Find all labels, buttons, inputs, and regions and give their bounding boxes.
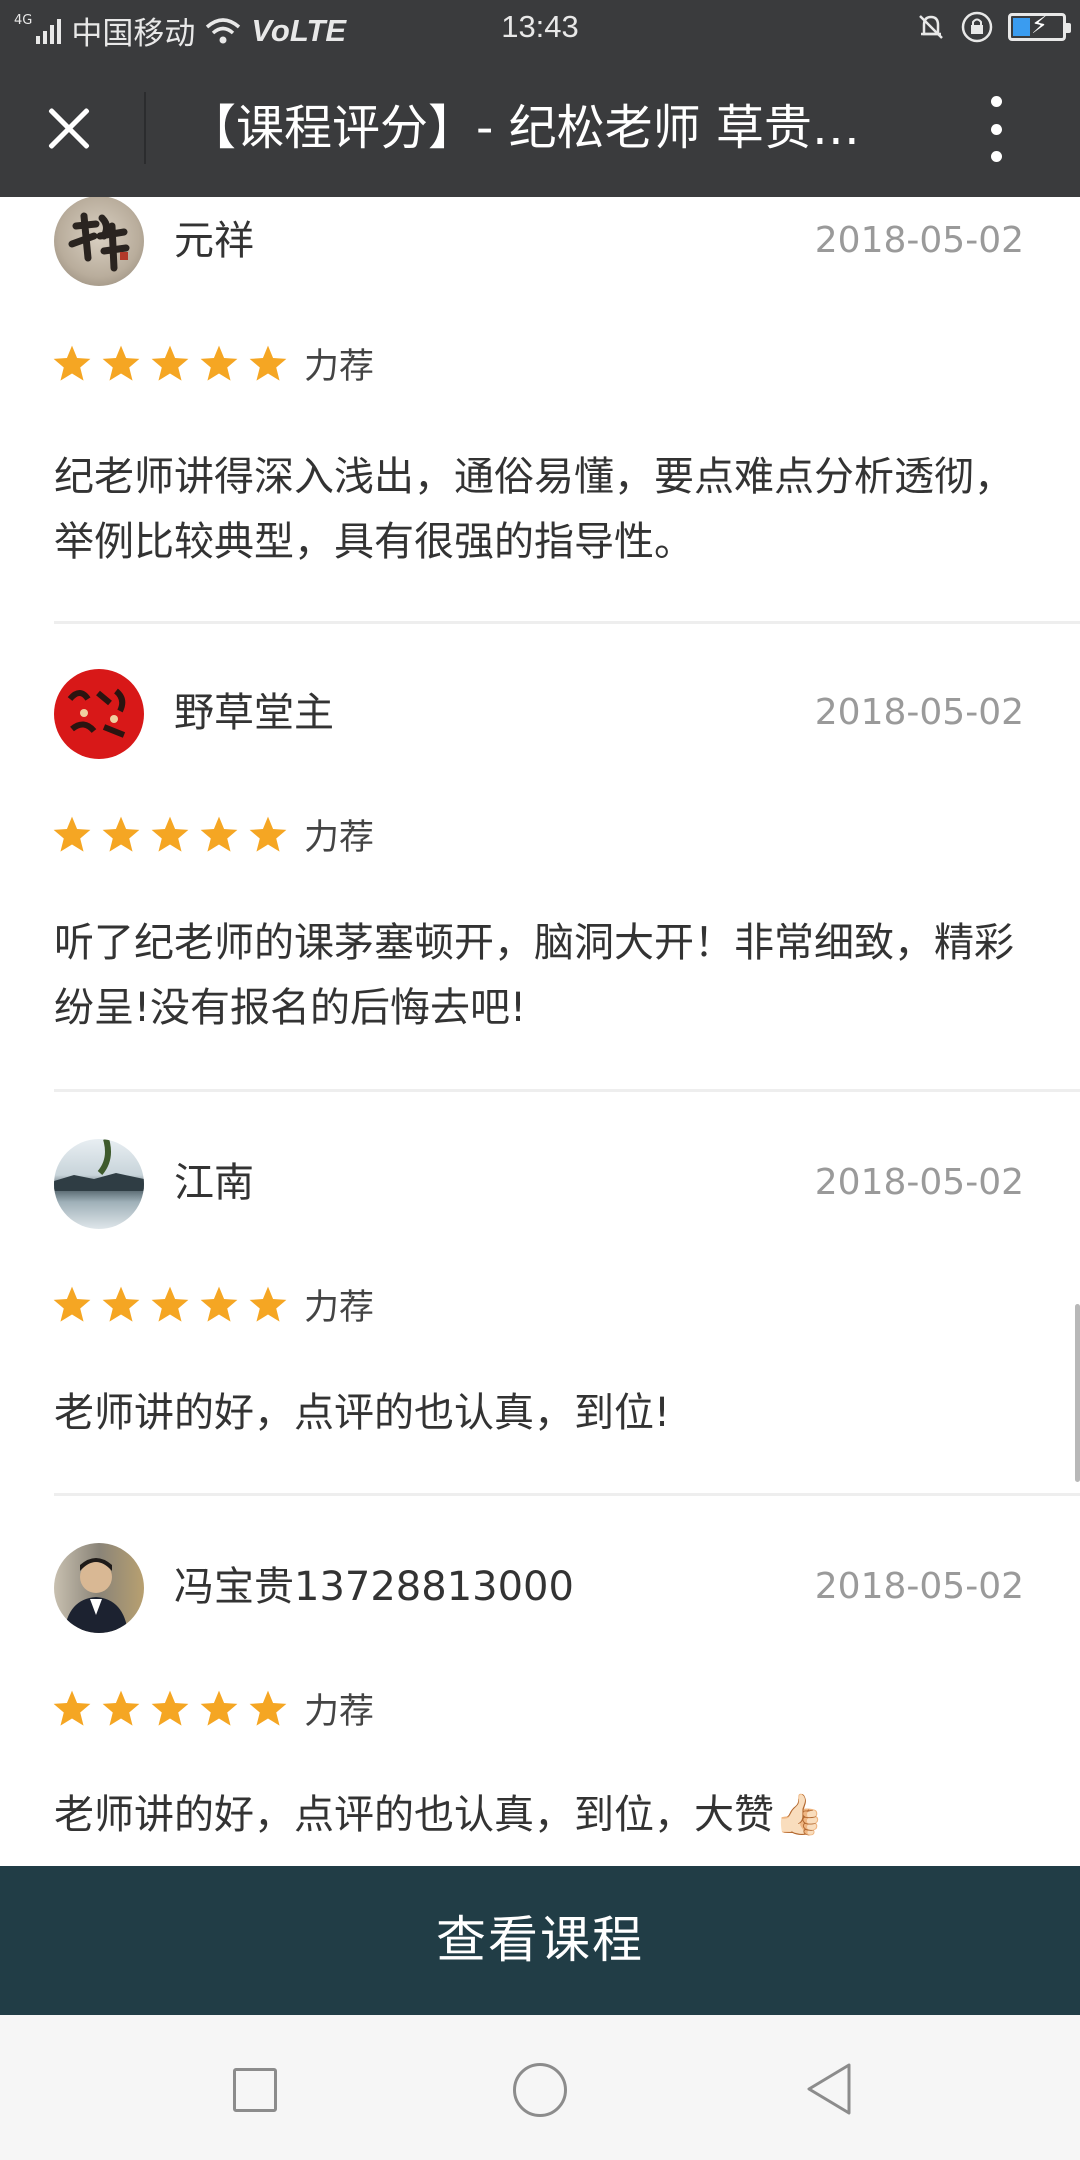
home-icon[interactable] xyxy=(513,2063,567,2117)
thumbs-up-emoji: 👍🏻 xyxy=(774,1792,824,1838)
star-icon xyxy=(151,345,189,381)
review-date: 2018-05-02 xyxy=(814,1162,1024,1203)
review-date: 2018-05-02 xyxy=(814,692,1024,733)
system-nav-bar xyxy=(0,2015,1080,2160)
star-icon xyxy=(102,1286,140,1322)
star-icon xyxy=(102,816,140,852)
star-icon xyxy=(102,345,140,381)
star-icon xyxy=(151,1286,189,1322)
review-text: 老师讲的好，点评的也认真，到位! xyxy=(54,1390,671,1436)
status-bar: 4G 中国移动 VoLTE 13:43 ⚡ xyxy=(0,0,1080,58)
charging-bolt-icon: ⚡ xyxy=(1031,11,1048,39)
avatar[interactable] xyxy=(54,1543,144,1633)
star-icon xyxy=(249,345,287,381)
star-icon xyxy=(151,1690,189,1726)
rating-label: 力荐 xyxy=(304,818,375,858)
star-icon xyxy=(249,1286,287,1322)
star-icon xyxy=(200,345,238,381)
mute-icon xyxy=(919,15,943,39)
star-icon xyxy=(200,816,238,852)
battery-level xyxy=(1013,18,1030,36)
review-divider xyxy=(54,1493,1080,1496)
review-list[interactable]: 元祥 2018-05-02 力荐 纪老师讲得深入浅出，通俗易懂，要点难点分析透彻… xyxy=(0,197,1080,1866)
star-icon xyxy=(53,816,91,852)
avatar[interactable] xyxy=(54,669,144,759)
view-course-button[interactable]: 查看课程 xyxy=(0,1866,1080,2015)
star-rating xyxy=(50,1688,290,1730)
star-icon xyxy=(102,1690,140,1726)
portrait-avatar-icon xyxy=(64,1558,128,1633)
landscape-avatar-icon xyxy=(54,1139,144,1191)
star-icon xyxy=(53,345,91,381)
star-icon xyxy=(249,816,287,852)
recent-apps-icon[interactable] xyxy=(233,2068,277,2112)
star-icon xyxy=(249,1690,287,1726)
star-icon xyxy=(200,1690,238,1726)
review-divider xyxy=(54,621,1080,624)
star-rating xyxy=(50,343,290,385)
scrollbar[interactable] xyxy=(1075,1304,1080,1482)
more-vertical-icon[interactable] xyxy=(980,96,1012,162)
red-papercut-avatar-icon xyxy=(67,688,126,738)
review-text: 听了纪老师的课茅塞顿开，脑洞大开！非常细致，精彩纷呈!没有报名的后悔去吧! xyxy=(54,920,1014,1031)
avatar[interactable] xyxy=(54,1139,144,1229)
battery-charging-icon: ⚡ xyxy=(1008,11,1071,41)
star-icon xyxy=(200,1286,238,1322)
review-username[interactable]: 冯宝贵13728813000 xyxy=(174,1563,574,1611)
star-icon xyxy=(151,816,189,852)
review-username[interactable]: 元祥 xyxy=(174,217,254,265)
rating-label: 力荐 xyxy=(304,347,375,387)
title-bar: 【课程评分】- 纪松老师 草贵… xyxy=(0,58,1080,197)
avatar[interactable] xyxy=(54,197,144,286)
calligraphy-avatar-icon xyxy=(68,212,130,272)
star-rating xyxy=(50,1284,290,1326)
star-icon xyxy=(53,1286,91,1322)
status-right: ⚡ xyxy=(916,10,1071,44)
review-divider xyxy=(54,1089,1080,1092)
star-icon xyxy=(53,1690,91,1726)
star-rating xyxy=(50,814,290,856)
close-icon[interactable] xyxy=(40,101,96,157)
review-username[interactable]: 江南 xyxy=(174,1159,254,1207)
page-title: 【课程评分】- 纪松老师 草贵… xyxy=(188,100,860,156)
rating-label: 力荐 xyxy=(304,1288,375,1328)
review-date: 2018-05-02 xyxy=(814,220,1024,261)
rotation-lock-icon xyxy=(961,11,993,43)
review-username[interactable]: 野草堂主 xyxy=(174,689,334,737)
rating-label: 力荐 xyxy=(304,1692,375,1732)
back-icon[interactable] xyxy=(803,2061,855,2117)
review-text-content: 老师讲的好，点评的也认真，到位，大赞 xyxy=(54,1792,774,1838)
review-text: 纪老师讲得深入浅出，通俗易懂，要点难点分析透彻，举例比较典型，具有很强的指导性。 xyxy=(54,454,1014,565)
review-date: 2018-05-02 xyxy=(814,1566,1024,1607)
title-divider xyxy=(144,92,146,164)
review-text: 老师讲的好，点评的也认真，到位，大赞👍🏻 xyxy=(54,1783,1034,1848)
